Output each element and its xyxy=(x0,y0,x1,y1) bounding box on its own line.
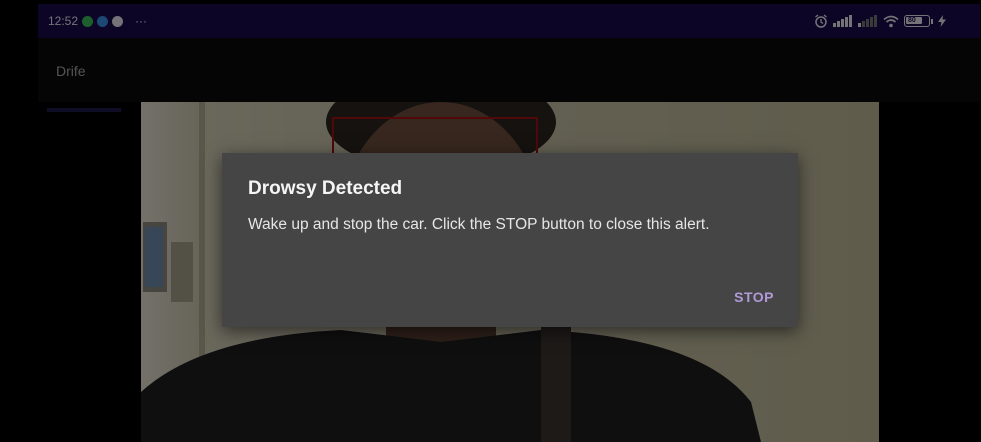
dialog-message: Wake up and stop the car. Click the STOP… xyxy=(248,216,710,233)
app-title: Drife xyxy=(56,63,86,79)
app-bar: Drife xyxy=(38,38,980,102)
stop-button[interactable]: STOP xyxy=(734,289,774,305)
alarm-icon xyxy=(815,14,827,28)
wifi-icon xyxy=(883,15,899,27)
drowsy-alert-dialog: Drowsy Detected Wake up and stop the car… xyxy=(222,153,798,327)
app-notification-icon xyxy=(112,15,124,27)
phone-screen: 12:52 ··· 80 Drife Drowsy Detected Wake … xyxy=(0,0,981,442)
status-bar: 12:52 ··· 80 xyxy=(38,4,980,38)
signal-icon xyxy=(833,15,852,27)
tab-indicator xyxy=(47,108,121,112)
more-notifications-indicator: ··· xyxy=(135,14,148,28)
battery-icon: 80 xyxy=(904,15,933,27)
battery-level: 80 xyxy=(908,17,916,24)
dialog-title: Drowsy Detected xyxy=(248,178,403,199)
charging-icon xyxy=(938,15,946,27)
whatsapp-icon xyxy=(82,15,94,27)
signal-weak-icon xyxy=(858,15,877,27)
telegram-icon xyxy=(97,15,109,27)
status-time: 12:52 xyxy=(48,14,79,28)
